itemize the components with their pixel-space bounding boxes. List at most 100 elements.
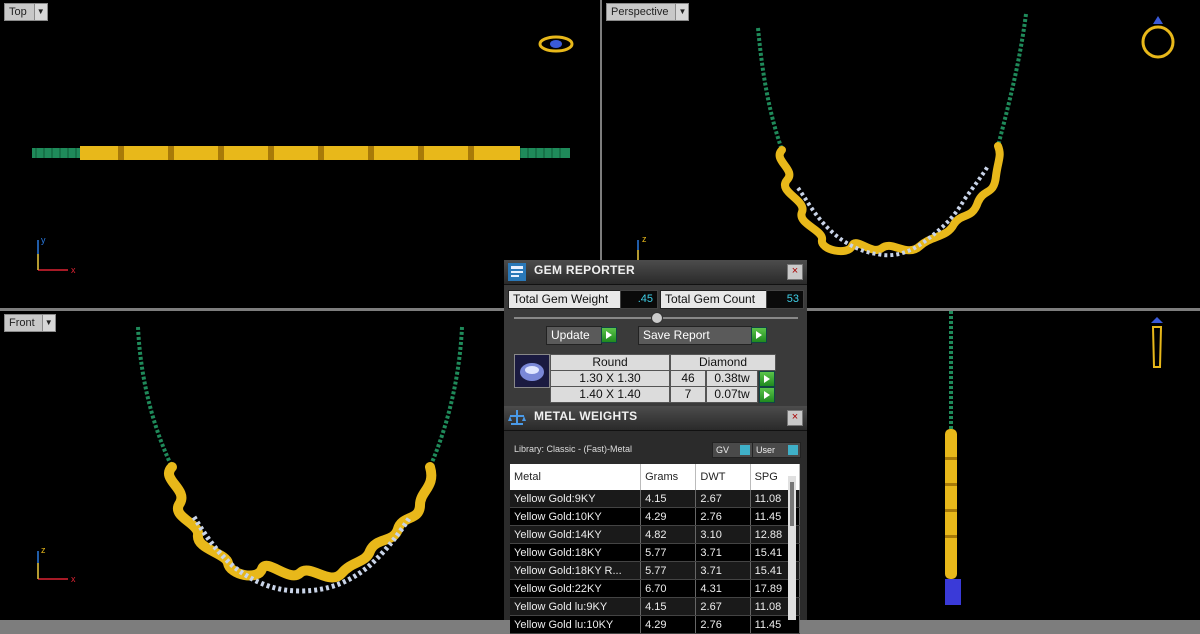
metal-weights-header[interactable]: METAL WEIGHTS × xyxy=(504,406,807,431)
gv-label: GV xyxy=(716,445,730,455)
pendant-wave-front xyxy=(164,462,437,583)
metal-name: Yellow Gold:18KY R... xyxy=(510,561,642,580)
axis-x-label-front: x xyxy=(71,574,76,584)
metal-name: Yellow Gold:18KY xyxy=(510,543,642,562)
table-row[interactable]: Yellow Gold lu:10KY 4.29 2.76 11.45 xyxy=(510,615,801,634)
chevron-down-icon[interactable]: ▼ xyxy=(33,4,47,20)
grams-value: 5.77 xyxy=(640,561,697,580)
total-gem-count-value: 53 xyxy=(766,290,804,309)
gem-count: 46 xyxy=(670,370,706,387)
table-row[interactable]: Yellow Gold:18KY 5.77 3.71 15.41 xyxy=(510,543,801,562)
pendant-side-base xyxy=(945,579,961,605)
table-row[interactable]: Yellow Gold:14KY 4.82 3.10 12.88 xyxy=(510,525,801,544)
library-label: Library: Classic - (Fast)-Metal xyxy=(514,444,633,454)
ring-icon-persp xyxy=(1141,16,1175,59)
update-go-icon[interactable] xyxy=(601,327,617,343)
viewport-perspective-label: Perspective xyxy=(611,6,669,18)
axis-gizmo-persp: z xyxy=(637,234,647,262)
pendant-side-icon xyxy=(1151,317,1163,368)
save-report-go-icon[interactable] xyxy=(751,327,767,343)
column-header-grams[interactable]: Grams xyxy=(640,464,697,490)
metal-weights-panel: METAL WEIGHTS × Library: Classic - (Fast… xyxy=(504,406,807,634)
chevron-down-icon[interactable]: ▼ xyxy=(675,4,689,20)
close-icon[interactable]: × xyxy=(787,264,803,280)
gem-reporter-panel: GEM REPORTER × Total Gem Weight .45 Tota… xyxy=(504,260,807,408)
axis-z-label-persp: z xyxy=(642,234,647,244)
gem-type-header: Diamond xyxy=(670,354,776,371)
total-gem-weight-label: Total Gem Weight xyxy=(508,290,622,309)
gem-reporter-header[interactable]: GEM REPORTER × xyxy=(504,260,807,285)
save-report-button[interactable]: Save Report xyxy=(638,326,752,345)
table-scrollbar[interactable] xyxy=(788,476,796,620)
table-row[interactable]: Yellow Gold:22KY 6.70 4.31 17.89 xyxy=(510,579,801,598)
round-diamond-icon xyxy=(520,363,544,381)
chain-left-front xyxy=(136,326,174,468)
metal-name: Yellow Gold:14KY xyxy=(510,525,642,544)
axis-z-label-front: z xyxy=(41,545,46,555)
chain-right-persp xyxy=(996,13,1028,147)
metal-name: Yellow Gold:22KY xyxy=(510,579,642,598)
user-toggle[interactable]: User xyxy=(752,442,801,458)
axis-y-label: y xyxy=(41,235,46,245)
metal-weights-table: Metal Grams DWT SPG Yellow Gold:9KY 4.15 2… xyxy=(510,464,801,634)
column-header-metal[interactable]: Metal xyxy=(510,464,642,490)
viewport-tab-front[interactable]: Front ▼ xyxy=(4,314,56,332)
right-viewport[interactable] xyxy=(807,311,1200,620)
gem-thumbnail xyxy=(514,354,550,388)
viewport-tab-top[interactable]: Top ▼ xyxy=(4,3,48,21)
table-header-row: Metal Grams DWT SPG xyxy=(510,464,801,490)
toggle-icon xyxy=(740,445,750,455)
grams-value: 4.29 xyxy=(640,615,697,634)
diamond-row-persp xyxy=(796,164,990,258)
gem-size: 1.40 X 1.40 xyxy=(550,386,670,403)
viewport-tab-perspective[interactable]: Perspective ▼ xyxy=(606,3,690,21)
dwt-value: 2.67 xyxy=(695,597,751,616)
pendant-side xyxy=(945,429,957,579)
table-row[interactable]: Yellow Gold:9KY 4.15 2.67 11.08 xyxy=(510,490,801,508)
column-header-dwt[interactable]: DWT xyxy=(695,464,751,490)
right-view-canvas xyxy=(945,311,1163,605)
gem-weight: 0.38tw xyxy=(706,370,758,387)
chain-left-persp xyxy=(756,27,784,151)
gem-row-go-icon[interactable] xyxy=(759,371,775,387)
dwt-value: 4.31 xyxy=(695,579,751,598)
metal-name: Yellow Gold:9KY xyxy=(510,490,642,508)
update-button[interactable]: Update xyxy=(546,326,602,345)
scrollbar-thumb[interactable] xyxy=(790,482,794,526)
grams-value: 6.70 xyxy=(640,579,697,598)
scale-icon xyxy=(508,410,526,425)
table-row[interactable]: Yellow Gold:10KY 4.29 2.76 11.45 xyxy=(510,507,801,526)
grams-value: 4.15 xyxy=(640,490,697,508)
ring-icon xyxy=(538,35,574,53)
close-icon[interactable]: × xyxy=(787,410,803,426)
total-gem-count-label: Total Gem Count xyxy=(660,290,768,309)
dwt-value: 3.10 xyxy=(695,525,751,544)
grams-value: 4.82 xyxy=(640,525,697,544)
table-row[interactable]: Yellow Gold lu:9KY 4.15 2.67 11.08 xyxy=(510,597,801,616)
axis-gizmo-front: x z xyxy=(37,545,76,584)
metal-name: Yellow Gold lu:9KY xyxy=(510,597,642,616)
dwt-value: 3.71 xyxy=(695,543,751,562)
grams-value: 4.15 xyxy=(640,597,697,616)
dwt-value: 2.76 xyxy=(695,615,751,634)
user-label: User xyxy=(756,445,776,455)
grams-value: 5.77 xyxy=(640,543,697,562)
table-row[interactable]: Yellow Gold:18KY R... 5.77 3.71 15.41 xyxy=(510,561,801,580)
gem-count: 7 xyxy=(670,386,706,403)
gem-row-go-icon[interactable] xyxy=(759,387,775,403)
gem-weight: 0.07tw xyxy=(706,386,758,403)
chain-right-front xyxy=(428,326,464,468)
pendant-bar-top xyxy=(80,146,520,160)
metal-name: Yellow Gold lu:10KY xyxy=(510,615,642,634)
metal-name: Yellow Gold:10KY xyxy=(510,507,642,526)
total-gem-weight-value: .45 xyxy=(620,290,658,309)
gem-report-icon xyxy=(508,263,526,281)
slider-handle[interactable] xyxy=(651,312,663,324)
gem-reporter-title: GEM REPORTER xyxy=(534,263,635,277)
gem-size: 1.30 X 1.30 xyxy=(550,370,670,387)
toggle-icon xyxy=(788,445,798,455)
gv-toggle[interactable]: GV xyxy=(712,442,753,458)
gem-cut-header: Round xyxy=(550,354,670,371)
chevron-down-icon[interactable]: ▼ xyxy=(41,315,55,331)
dwt-value: 2.76 xyxy=(695,507,751,526)
